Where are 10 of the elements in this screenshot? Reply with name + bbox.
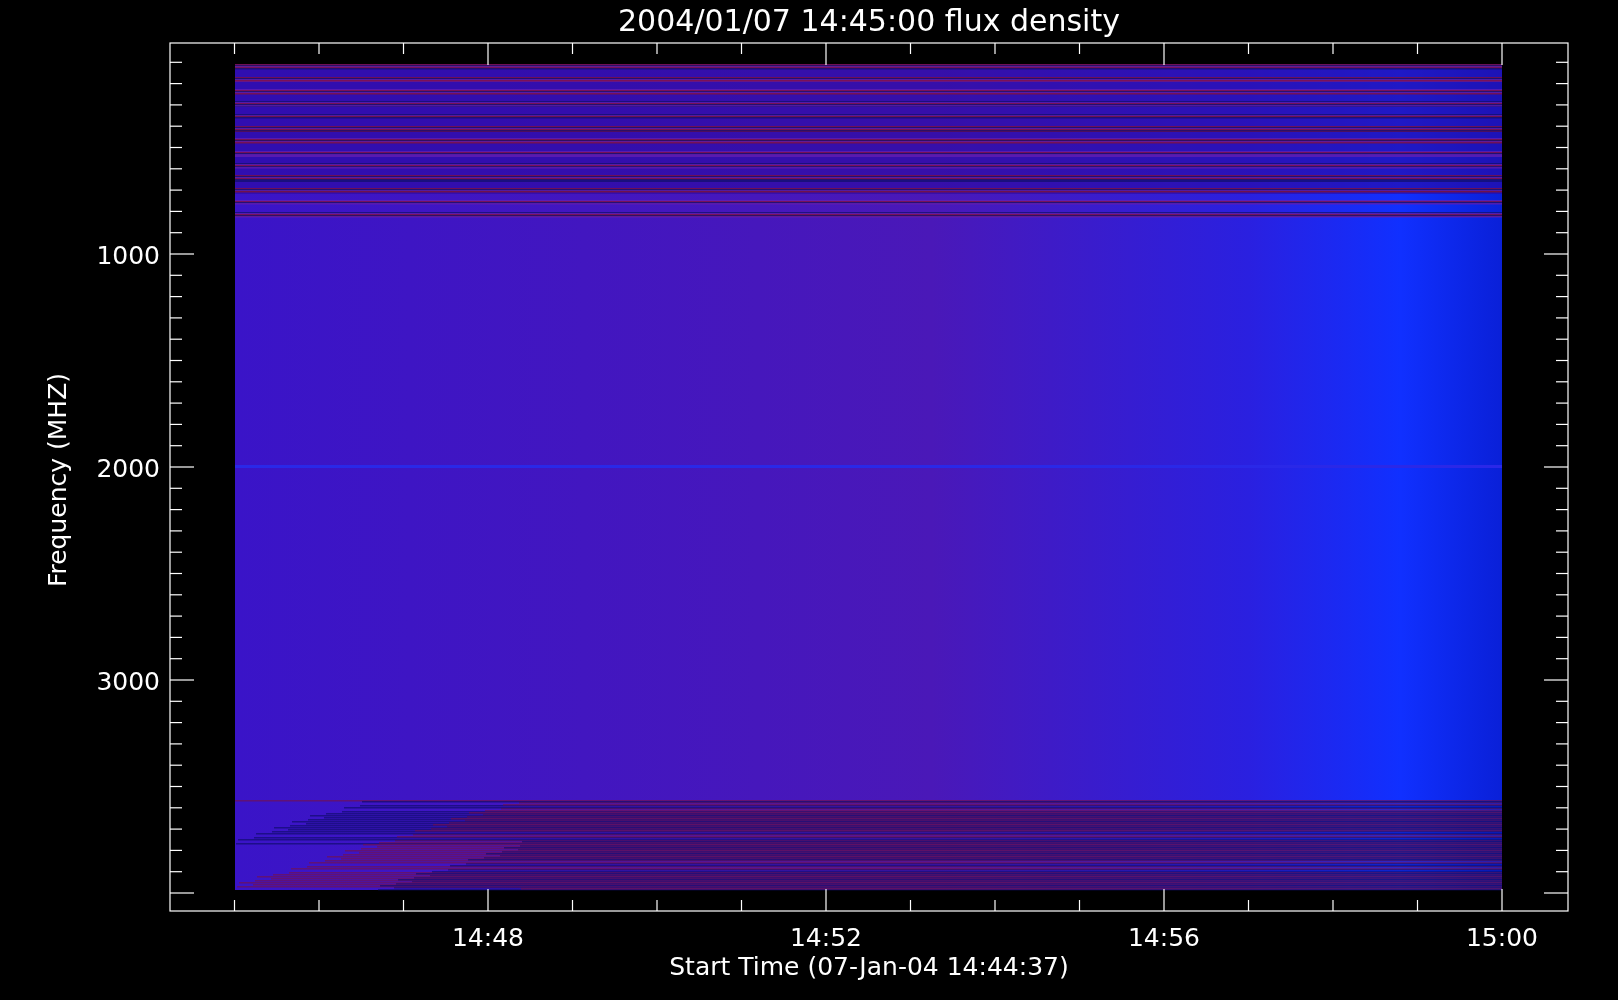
plot-title: 2004/01/07 14:45:00 flux density [618,3,1120,38]
y-tick-label: 3000 [96,667,160,696]
x-tick-label: 15:00 [1466,923,1538,952]
x-tick-label: 14:52 [790,923,862,952]
x-tick-label: 14:48 [452,923,524,952]
y-tick-label: 1000 [96,241,160,270]
x-tick-label: 14:56 [1128,923,1200,952]
y-axis-label: Frequency (MHZ) [43,372,72,588]
y-tick-label: 2000 [96,454,160,483]
x-axis-label: Start Time (07-Jan-04 14:44:37) [669,952,1069,981]
